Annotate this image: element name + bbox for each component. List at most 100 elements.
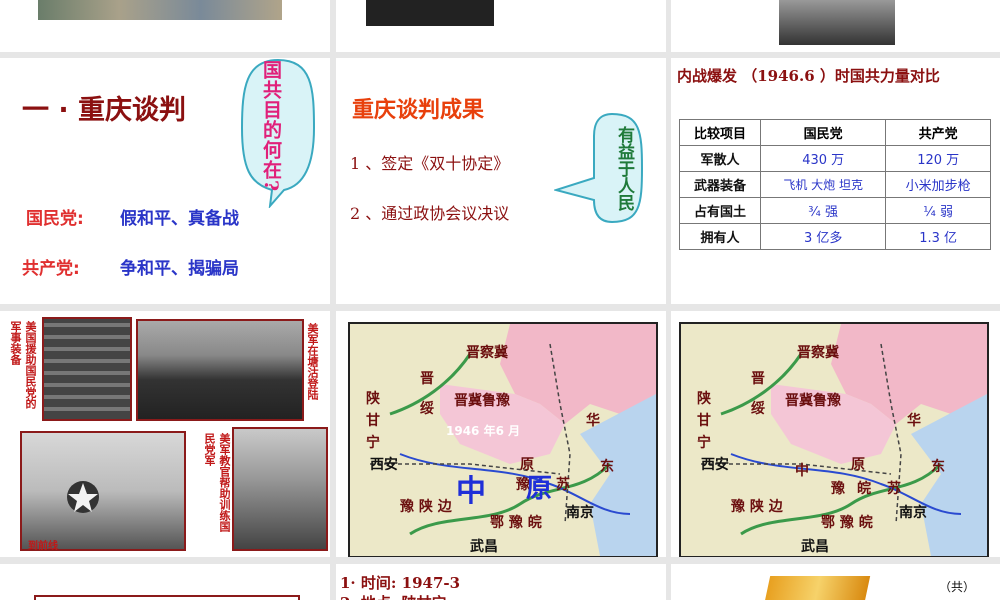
table-cell: 武器装备 bbox=[679, 171, 761, 198]
star-insignia-icon bbox=[67, 481, 99, 513]
map-label: 苏 bbox=[556, 477, 570, 493]
table-row: 军散人 430 万 120 万 bbox=[679, 145, 991, 172]
map-label: 武昌 bbox=[801, 539, 829, 555]
map-big-label-yuan: 原 bbox=[526, 474, 553, 504]
map-frame: 晋察冀 晋 绥 晋冀鲁豫 陕 甘 宁 华 西安 东 原 豫 苏 南京 豫 陕 边… bbox=[348, 322, 658, 557]
corner-label: （共） bbox=[939, 580, 976, 594]
table-header-cell: 共产党 bbox=[885, 119, 991, 146]
map-label: 武昌 bbox=[470, 539, 498, 555]
map-label: 绥 bbox=[420, 401, 434, 417]
map-label: 宁 bbox=[697, 435, 711, 451]
table-cell: 军散人 bbox=[679, 145, 761, 172]
photo-military-equipment bbox=[42, 317, 132, 421]
table-cell: ¾ 强 bbox=[759, 197, 887, 224]
map-label: 原 bbox=[851, 457, 865, 473]
info-line-time: 1· 时间: 1947-3 bbox=[340, 574, 461, 592]
map-label: 西安 bbox=[370, 457, 398, 473]
slide-thumb-7[interactable]: 美国援助国民党的军事装备 美军在塘沽登陆 美军教官帮助训练国民党军 到前线 bbox=[0, 311, 330, 557]
table-row: 拥有人 3 亿多 1.3 亿 bbox=[679, 223, 991, 250]
map-big-label-zhong: 中 bbox=[456, 474, 486, 509]
map-label: 豫 bbox=[831, 481, 845, 497]
map-label: 陕 bbox=[697, 391, 711, 407]
map-label: 晋察冀 bbox=[797, 345, 839, 361]
map-label: 陕 bbox=[366, 391, 380, 407]
map-label: 晋察冀 bbox=[466, 345, 508, 361]
table-cell: 拥有人 bbox=[679, 223, 761, 250]
caption-front: 到前线 bbox=[28, 541, 58, 552]
table-cell: 飞机 大炮 坦克 bbox=[759, 171, 887, 198]
slide-title: 重庆谈判成果 bbox=[352, 98, 485, 123]
table-header-cell: 比较项目 bbox=[679, 119, 761, 146]
callout-text: 有益于人民 bbox=[614, 126, 634, 211]
slide-thumb-4[interactable]: 一 · 重庆谈判 国共目的何在? 国民党: 假和平、真备战 共产党: 争和平、揭… bbox=[0, 58, 330, 304]
info-line-place: 2· 地点: 陕甘宁 bbox=[340, 592, 447, 600]
photo bbox=[779, 0, 895, 45]
result-item-2: 2 、通过政协会议决议 bbox=[350, 204, 510, 223]
map-label: 东 bbox=[931, 459, 945, 475]
table-cell: 3 亿多 bbox=[759, 223, 887, 250]
slide-thumb-10[interactable] bbox=[0, 564, 330, 600]
map-frame: 晋察冀 晋 绥 晋冀鲁豫 陕 甘 宁 华 西安 中 原 东 豫 皖 苏 南京 豫… bbox=[679, 322, 989, 557]
result-item-1: 1 、签定《双十协定》 bbox=[350, 154, 510, 173]
map-label: 苏 bbox=[887, 481, 901, 497]
photo-aircraft bbox=[20, 431, 186, 551]
map-label: 宁 bbox=[366, 435, 380, 451]
map-label: 晋 bbox=[751, 371, 765, 387]
slide-thumb-3[interactable] bbox=[671, 0, 1000, 52]
decorative-title-art bbox=[763, 576, 871, 600]
map-label: 甘 bbox=[697, 413, 711, 429]
map-label: 南京 bbox=[566, 505, 594, 521]
table-cell: 占有国土 bbox=[679, 197, 761, 224]
table-header-row: 比较项目 国民党 共产党 bbox=[679, 119, 991, 146]
caption-military-aid: 美国援助国民党的军事装备 bbox=[9, 321, 37, 409]
bubble-text: 国共目的何在? bbox=[260, 60, 282, 193]
slide-thumb-5[interactable]: 重庆谈判成果 1 、签定《双十协定》 2 、通过政协会议决议 有益于人民 bbox=[336, 58, 666, 304]
slide-title: 一 · 重庆谈判 bbox=[22, 95, 187, 126]
kmt-text: 假和平、真备战 bbox=[120, 209, 239, 229]
ccp-text: 争和平、揭骗局 bbox=[120, 259, 239, 279]
photo-training bbox=[232, 427, 328, 551]
caption-us-landing: 美军在塘沽登陆 bbox=[306, 323, 319, 400]
slide-title: 内战爆发 （1946.6 ）时国共力量对比 bbox=[677, 67, 940, 85]
map-label: 晋 bbox=[420, 371, 434, 387]
slide-thumb-11[interactable]: 1· 时间: 1947-3 2· 地点: 陕甘宁 bbox=[336, 564, 666, 600]
frame-top bbox=[34, 595, 300, 600]
table-cell: 430 万 bbox=[759, 145, 887, 172]
map-label: 绥 bbox=[751, 401, 765, 417]
map-label: 豫 陕 边 bbox=[731, 499, 783, 515]
comparison-table: 比较项目 国民党 共产党 军散人 430 万 120 万 武器装备 飞机 大炮 … bbox=[679, 119, 991, 250]
slide-thumb-12[interactable]: （共） bbox=[671, 564, 1000, 600]
map-label: 晋冀鲁豫 bbox=[454, 393, 510, 409]
map-label: 东 bbox=[600, 459, 614, 475]
map-label: 华 bbox=[907, 413, 921, 429]
map-label: 南京 bbox=[899, 505, 927, 521]
map-date-overlay: 1946 年6 月 bbox=[446, 424, 521, 438]
table-cell: 小米加步枪 bbox=[885, 171, 991, 198]
map-label: 鄂 豫 皖 bbox=[490, 515, 542, 531]
table-row: 占有国土 ¾ 强 ¼ 弱 bbox=[679, 197, 991, 224]
table-header-cell: 国民党 bbox=[759, 119, 887, 146]
caption-training: 美军教官帮助训练国民党军 bbox=[203, 433, 231, 532]
slide-thumb-8[interactable]: 晋察冀 晋 绥 晋冀鲁豫 陕 甘 宁 华 西安 东 原 豫 苏 南京 豫 陕 边… bbox=[336, 311, 666, 557]
photo bbox=[38, 0, 282, 20]
map-label: 豫 陕 边 bbox=[400, 499, 452, 515]
map-label: 华 bbox=[586, 413, 600, 429]
map-label: 西安 bbox=[701, 457, 729, 473]
table-row: 武器装备 飞机 大炮 坦克 小米加步枪 bbox=[679, 171, 991, 198]
kmt-label: 国民党: bbox=[26, 209, 84, 229]
photo-us-landing bbox=[136, 319, 304, 421]
map-label: 鄂 豫 皖 bbox=[821, 515, 873, 531]
map-label: 晋冀鲁豫 bbox=[785, 393, 841, 409]
photo bbox=[366, 0, 494, 26]
ccp-label: 共产党: bbox=[22, 259, 80, 279]
map-label: 皖 bbox=[857, 481, 871, 497]
slide-thumb-6[interactable]: 内战爆发 （1946.6 ）时国共力量对比 比较项目 国民党 共产党 军散人 4… bbox=[671, 58, 1000, 304]
table-cell: 1.3 亿 bbox=[885, 223, 991, 250]
map-label: 甘 bbox=[366, 413, 380, 429]
map-label: 中 bbox=[795, 463, 809, 479]
slide-thumb-1[interactable] bbox=[0, 0, 330, 52]
table-cell: 120 万 bbox=[885, 145, 991, 172]
slide-thumb-9[interactable]: 晋察冀 晋 绥 晋冀鲁豫 陕 甘 宁 华 西安 中 原 东 豫 皖 苏 南京 豫… bbox=[671, 311, 1000, 557]
slide-thumb-2[interactable] bbox=[336, 0, 666, 52]
table-cell: ¼ 弱 bbox=[885, 197, 991, 224]
